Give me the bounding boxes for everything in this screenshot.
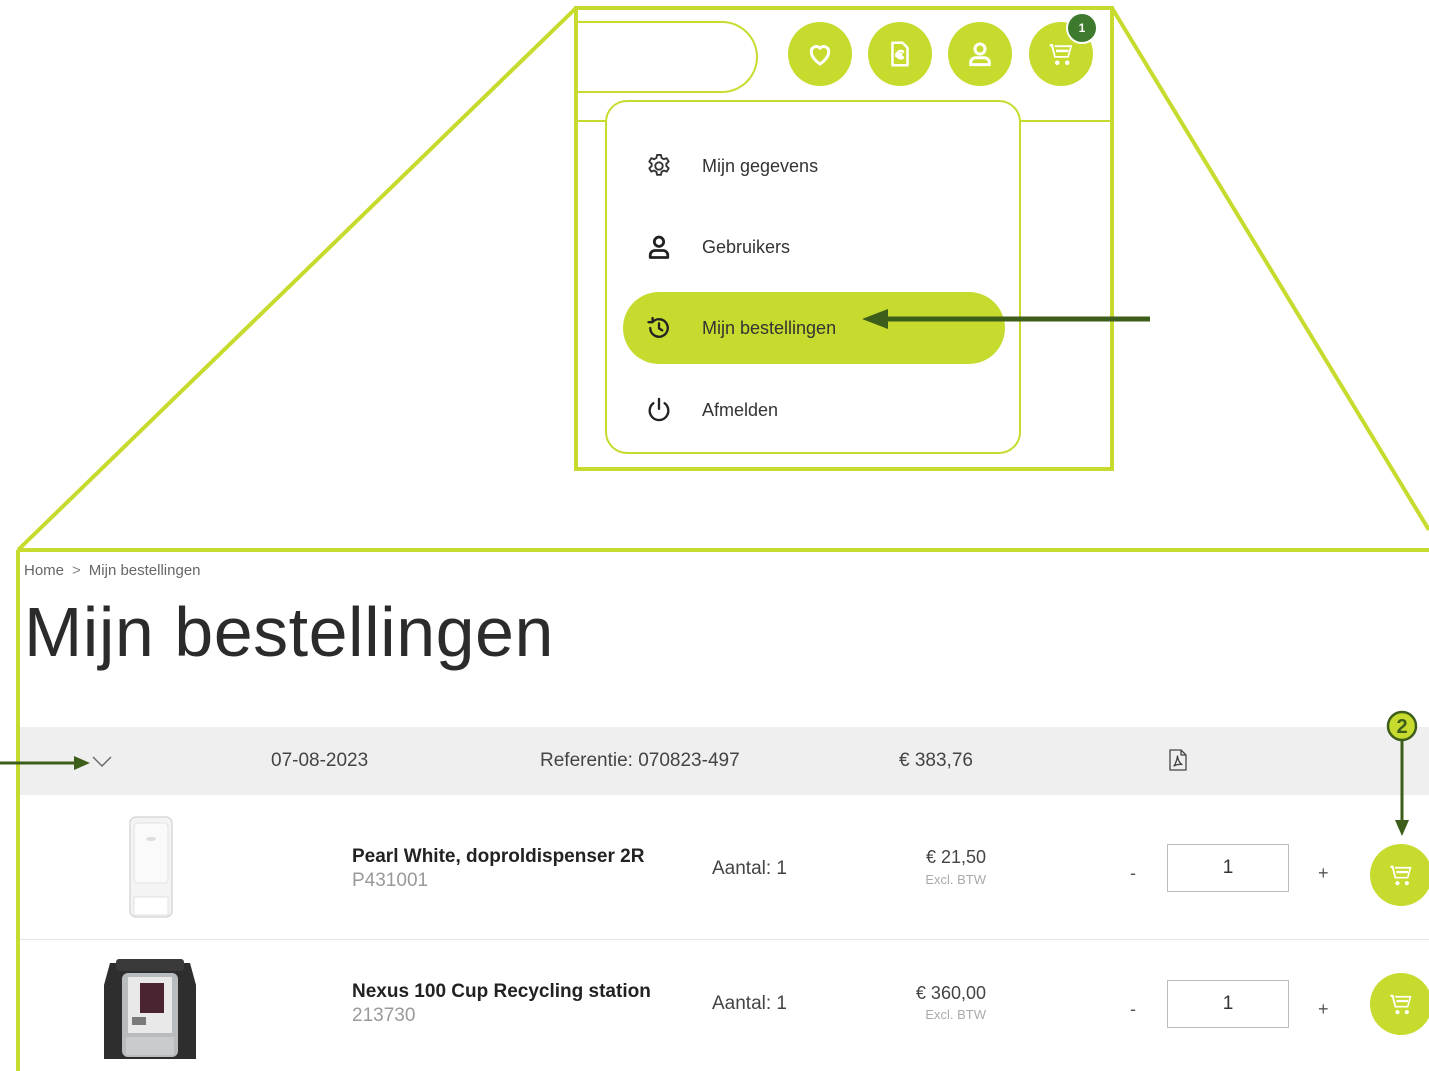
cart-icon bbox=[1390, 994, 1412, 1015]
order-header-row[interactable]: 07-08-2023 Referentie: 070823-497 € 383,… bbox=[20, 727, 1429, 795]
quantity-input[interactable] bbox=[1167, 980, 1289, 1028]
breadcrumb-separator: > bbox=[72, 562, 81, 579]
order-total: € 383,76 bbox=[899, 750, 973, 771]
order-date: 07-08-2023 bbox=[271, 750, 369, 771]
quantity-label: Aantal: 1 bbox=[712, 858, 787, 879]
product-name[interactable]: Nexus 100 Cup Recycling station bbox=[352, 981, 651, 1003]
invoices-button[interactable] bbox=[868, 22, 932, 86]
history-icon bbox=[645, 314, 673, 342]
product-image bbox=[129, 816, 173, 918]
decrement-button[interactable]: - bbox=[1130, 999, 1136, 1020]
account-button[interactable] bbox=[948, 22, 1012, 86]
breadcrumb-current: Mijn bestellingen bbox=[88, 562, 201, 579]
menu-item-gebruikers[interactable]: Gebruikers bbox=[623, 211, 1005, 283]
user-icon bbox=[645, 233, 673, 261]
price-note: Excl. BTW bbox=[925, 872, 986, 887]
product-sku: 213730 bbox=[352, 1005, 416, 1026]
user-icon bbox=[969, 42, 991, 67]
cart-icon bbox=[1049, 44, 1073, 65]
page-title: Mijn bestellingen bbox=[24, 593, 554, 671]
product-price: € 360,00 bbox=[915, 983, 986, 1003]
account-menu-zoom: 1 Mijn gegevens Gebruikers Mijn bestelli… bbox=[576, 8, 1112, 469]
quantity-input[interactable] bbox=[1167, 844, 1289, 892]
favorites-button[interactable] bbox=[788, 22, 852, 86]
menu-item-mijn-gegevens[interactable]: Mijn gegevens bbox=[623, 130, 1005, 202]
add-to-cart-button[interactable] bbox=[1370, 844, 1429, 906]
increment-button[interactable]: + bbox=[1318, 999, 1329, 1020]
cart-count-badge: 1 bbox=[1066, 12, 1098, 44]
breadcrumb: Home > Mijn bestellingen bbox=[24, 562, 201, 579]
menu-item-label: Gebruikers bbox=[702, 236, 791, 257]
order-reference: Referentie: 070823-497 bbox=[540, 750, 740, 771]
menu-item-label: Mijn bestellingen bbox=[702, 317, 837, 338]
order-line-item: Pearl White, doproldispenser 2R P431001 … bbox=[20, 805, 1429, 940]
menu-item-label: Afmelden bbox=[702, 399, 779, 420]
euro-document-icon bbox=[891, 41, 909, 67]
breadcrumb-home-link[interactable]: Home bbox=[24, 562, 64, 579]
menu-item-afmelden[interactable]: Afmelden bbox=[623, 374, 1005, 446]
pdf-icon[interactable] bbox=[1168, 749, 1188, 771]
gear-icon bbox=[645, 152, 673, 180]
order-line-item: Nexus 100 Cup Recycling station 213730 A… bbox=[20, 941, 1429, 1071]
account-dropdown: Mijn gegevens Gebruikers Mijn bestelling… bbox=[605, 100, 1021, 454]
cart-icon bbox=[1390, 865, 1412, 886]
zoom-connector-left bbox=[16, 6, 578, 552]
product-sku: P431001 bbox=[352, 870, 429, 891]
menu-item-mijn-bestellingen[interactable]: Mijn bestellingen bbox=[623, 292, 1005, 364]
search-input[interactable] bbox=[576, 21, 758, 93]
divider bbox=[1020, 120, 1112, 122]
heart-icon bbox=[809, 45, 831, 66]
product-price: € 21,50 bbox=[925, 847, 986, 867]
increment-button[interactable]: + bbox=[1318, 863, 1329, 884]
decrement-button[interactable]: - bbox=[1130, 863, 1136, 884]
menu-item-label: Mijn gegevens bbox=[702, 155, 819, 176]
product-image bbox=[104, 959, 196, 1059]
price-note: Excl. BTW bbox=[925, 1007, 986, 1022]
quantity-label: Aantal: 1 bbox=[712, 993, 787, 1014]
zoom-connector-right bbox=[1110, 6, 1429, 532]
product-name[interactable]: Pearl White, doproldispenser 2R bbox=[352, 846, 644, 868]
power-icon bbox=[645, 396, 673, 424]
divider bbox=[576, 120, 606, 122]
add-to-cart-button[interactable] bbox=[1370, 973, 1429, 1035]
chevron-down-icon[interactable] bbox=[90, 749, 114, 773]
